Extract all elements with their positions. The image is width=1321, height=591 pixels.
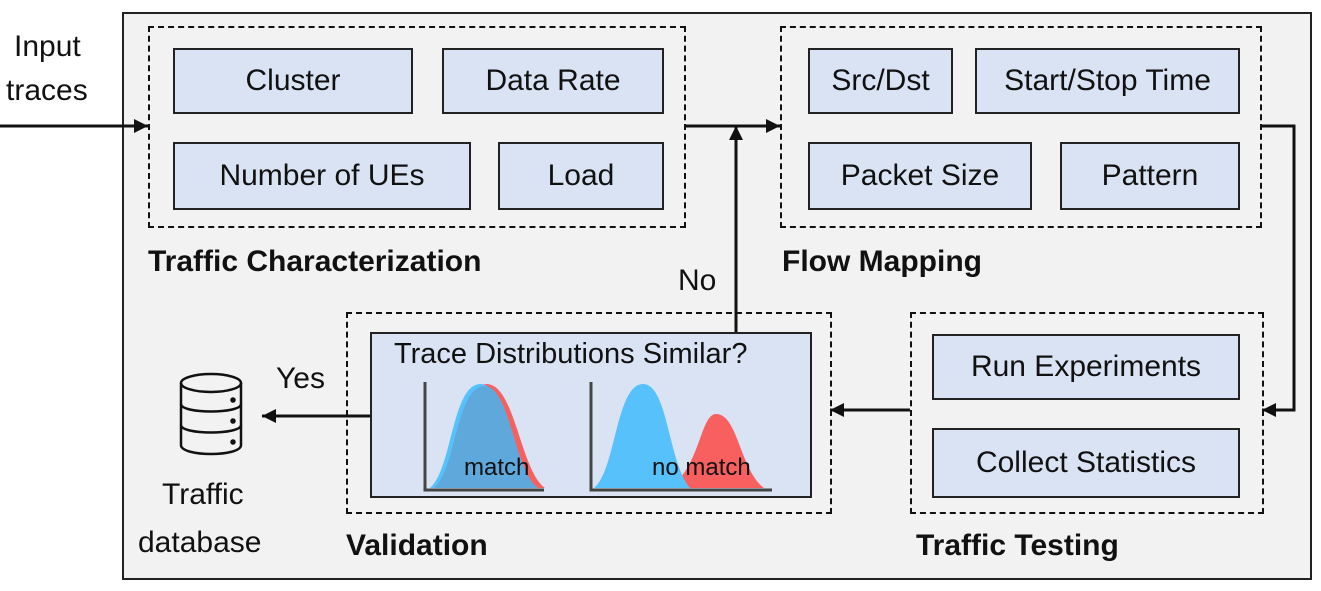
database-label-2: database — [138, 526, 262, 559]
database-label-1: Traffic — [162, 478, 244, 511]
database-icon — [179, 372, 243, 456]
flow-to-testing-arrow — [1260, 124, 1296, 417]
yes-label: Yes — [276, 362, 325, 395]
match-label: match — [464, 454, 530, 481]
no-match-label: no match — [652, 454, 751, 481]
diagram: Input traces Cluster Data Rate Number of… — [0, 0, 1321, 591]
no-label: No — [678, 264, 717, 297]
